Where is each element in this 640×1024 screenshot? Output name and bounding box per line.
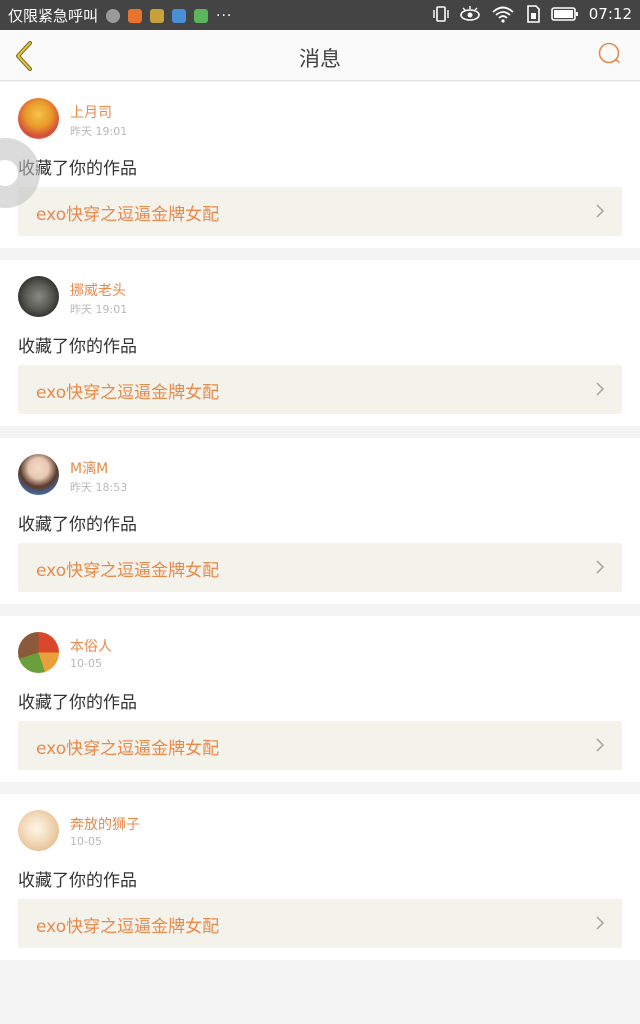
avatar[interactable]: [18, 810, 59, 851]
battery-icon: [550, 7, 578, 21]
message-item: M漓M 昨天 18:53 收藏了你的作品 exo快穿之逗逼金牌女配: [0, 438, 640, 604]
carrier-text: 仅限紧急呼叫: [8, 7, 99, 25]
action-text: 收藏了你的作品: [18, 693, 137, 713]
work-title: exo快穿之逗逼金牌女配: [36, 561, 220, 581]
avatar[interactable]: [18, 276, 59, 317]
message-item: 上月司 昨天 19:01 收藏了你的作品 exo快穿之逗逼金牌女配: [0, 82, 640, 248]
message-time: 昨天 19:01: [70, 303, 128, 316]
avatar[interactable]: [18, 632, 59, 673]
app-notification-icon: [128, 8, 143, 23]
username[interactable]: M漓M: [70, 458, 108, 478]
work-link[interactable]: exo快穿之逗逼金牌女配: [18, 365, 622, 414]
chevron-right-icon: [596, 738, 605, 752]
search-icon[interactable]: [598, 42, 622, 66]
page-title: 消息: [299, 47, 341, 71]
chevron-right-icon: [596, 204, 605, 218]
app-notification-icon: [172, 8, 187, 23]
sim-icon: [526, 5, 540, 23]
work-link[interactable]: exo快穿之逗逼金牌女配: [18, 543, 622, 592]
work-title: exo快穿之逗逼金牌女配: [36, 205, 220, 225]
app-notification-icon: [106, 8, 121, 23]
username[interactable]: 本俗人: [70, 636, 112, 656]
message-item: 挪威老头 昨天 19:01 收藏了你的作品 exo快穿之逗逼金牌女配: [0, 260, 640, 426]
action-text: 收藏了你的作品: [18, 337, 137, 357]
avatar[interactable]: [18, 98, 59, 139]
username[interactable]: 挪威老头: [70, 280, 126, 300]
top-nav-bar: 消息: [0, 30, 640, 81]
action-text: 收藏了你的作品: [18, 871, 137, 891]
chevron-right-icon: [596, 916, 605, 930]
message-item: 奔放的狮子 10-05 收藏了你的作品 exo快穿之逗逼金牌女配: [0, 794, 640, 960]
status-bar: 仅限紧急呼叫 ··· 07:12: [0, 0, 640, 30]
work-link[interactable]: exo快穿之逗逼金牌女配: [18, 721, 622, 770]
message-item: 本俗人 10-05 收藏了你的作品 exo快穿之逗逼金牌女配: [0, 616, 640, 782]
message-time: 10-05: [70, 835, 102, 848]
chevron-right-icon: [596, 560, 605, 574]
message-time: 昨天 19:01: [70, 125, 128, 138]
wifi-icon: [492, 6, 514, 23]
clock: 07:12: [588, 5, 632, 23]
message-list: 上月司 昨天 19:01 收藏了你的作品 exo快穿之逗逼金牌女配 挪威老头 昨…: [0, 82, 640, 972]
avatar[interactable]: [18, 454, 59, 495]
work-title: exo快穿之逗逼金牌女配: [36, 917, 220, 937]
username[interactable]: 上月司: [70, 102, 112, 122]
username[interactable]: 奔放的狮子: [70, 814, 140, 834]
action-text: 收藏了你的作品: [18, 515, 137, 535]
play-store-icon: [194, 8, 209, 23]
work-title: exo快穿之逗逼金牌女配: [36, 383, 220, 403]
work-link[interactable]: exo快穿之逗逼金牌女配: [18, 187, 622, 236]
chevron-right-icon: [596, 382, 605, 396]
vibrate-icon: [433, 6, 449, 22]
app-notification-icon: [150, 8, 165, 23]
message-time: 10-05: [70, 657, 102, 670]
more-notifications-icon: ···: [216, 7, 233, 24]
work-title: exo快穿之逗逼金牌女配: [36, 739, 220, 759]
message-time: 昨天 18:53: [70, 481, 128, 494]
work-link[interactable]: exo快穿之逗逼金牌女配: [18, 899, 622, 948]
eye-comfort-icon: [459, 6, 480, 21]
